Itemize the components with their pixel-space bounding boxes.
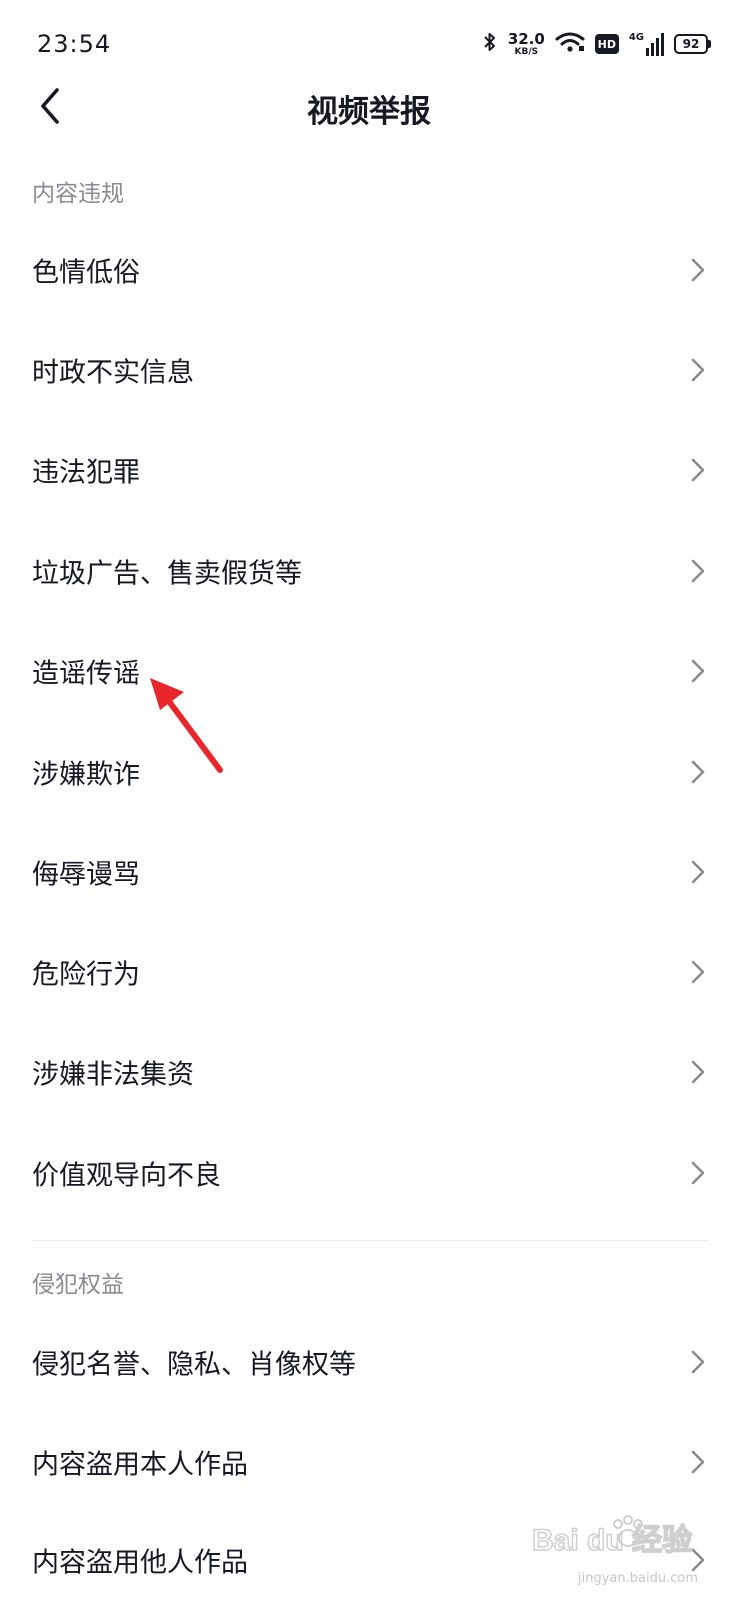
- chevron-right-icon: [686, 758, 710, 786]
- report-option-row[interactable]: 涉嫌非法集资: [0, 1022, 738, 1122]
- report-option-label: 时政不实信息: [32, 357, 194, 389]
- network-speed-value: 32.0: [507, 29, 545, 48]
- report-option-row[interactable]: 价值观导向不良: [0, 1123, 738, 1223]
- watermark-logo-text: Bai du 经验: [532, 1523, 692, 1557]
- annotation-arrow-icon: [150, 678, 223, 773]
- section-divider: [32, 1240, 710, 1241]
- report-option-row[interactable]: 侵犯名誉、隐私、肖像权等: [0, 1312, 738, 1412]
- status-time: 23:54: [37, 30, 112, 58]
- chevron-right-icon: [686, 657, 710, 685]
- report-option-label: 侮辱谩骂: [32, 859, 140, 891]
- section-header-rights-infringement: 侵犯权益: [32, 1272, 124, 1298]
- chevron-right-icon: [686, 858, 710, 886]
- report-option-label: 涉嫌非法集资: [32, 1059, 194, 1091]
- bluetooth-icon: [482, 30, 498, 58]
- signal-icon: 4G: [629, 32, 664, 56]
- report-option-label: 内容盗用本人作品: [32, 1449, 248, 1481]
- report-screen: 23:54 32.0 KB/S HD 4G 92 视频举报 内容违规 色情低俗 …: [0, 0, 738, 1600]
- report-option-row[interactable]: 侮辱谩骂: [0, 822, 738, 922]
- report-option-row[interactable]: 涉嫌欺诈: [0, 722, 738, 822]
- report-option-label: 造谣传谣: [32, 658, 140, 690]
- chevron-right-icon: [686, 256, 710, 284]
- chevron-right-icon: [686, 958, 710, 986]
- page-title: 视频举报: [307, 94, 431, 130]
- watermark-url: jingyan.baidu.com: [578, 1571, 698, 1586]
- battery-icon: 92: [674, 34, 711, 54]
- report-option-row[interactable]: 危险行为: [0, 922, 738, 1022]
- report-option-label: 涉嫌欺诈: [32, 759, 140, 791]
- wifi-icon: [555, 31, 585, 57]
- chevron-right-icon: [686, 456, 710, 484]
- report-option-row[interactable]: 时政不实信息: [0, 320, 738, 420]
- hd-icon: HD: [594, 34, 619, 54]
- report-option-row[interactable]: 造谣传谣: [0, 621, 738, 721]
- chevron-right-icon: [686, 1448, 710, 1476]
- header: 视频举报: [0, 70, 738, 146]
- network-speed-unit: KB/S: [514, 46, 539, 57]
- report-option-row[interactable]: 垃圾广告、售卖假货等: [0, 521, 738, 621]
- status-icons: 32.0 KB/S HD 4G 92: [482, 28, 711, 60]
- report-option-label: 违法犯罪: [32, 457, 140, 489]
- report-option-label: 内容盗用他人作品: [32, 1547, 248, 1579]
- chevron-right-icon: [686, 1058, 710, 1086]
- report-option-label: 垃圾广告、售卖假货等: [32, 558, 302, 590]
- report-option-label: 价值观导向不良: [32, 1160, 221, 1192]
- network-type: 4G: [628, 32, 644, 43]
- report-option-label: 侵犯名誉、隐私、肖像权等: [32, 1349, 356, 1381]
- report-option-row[interactable]: 内容盗用本人作品: [0, 1412, 738, 1512]
- chevron-right-icon: [686, 356, 710, 384]
- report-option-row[interactable]: 色情低俗: [0, 220, 738, 320]
- chevron-right-icon: [686, 1348, 710, 1376]
- section-header-content-violation: 内容违规: [32, 181, 124, 207]
- network-speed: 32.0 KB/S: [507, 29, 545, 57]
- report-option-label: 危险行为: [32, 959, 140, 991]
- chevron-right-icon: [686, 1159, 710, 1187]
- baidu-watermark-icon: Bai du 经验: [532, 1515, 693, 1558]
- chevron-right-icon: [686, 557, 710, 585]
- report-option-row[interactable]: 违法犯罪: [0, 420, 738, 520]
- report-option-label: 色情低俗: [32, 257, 140, 289]
